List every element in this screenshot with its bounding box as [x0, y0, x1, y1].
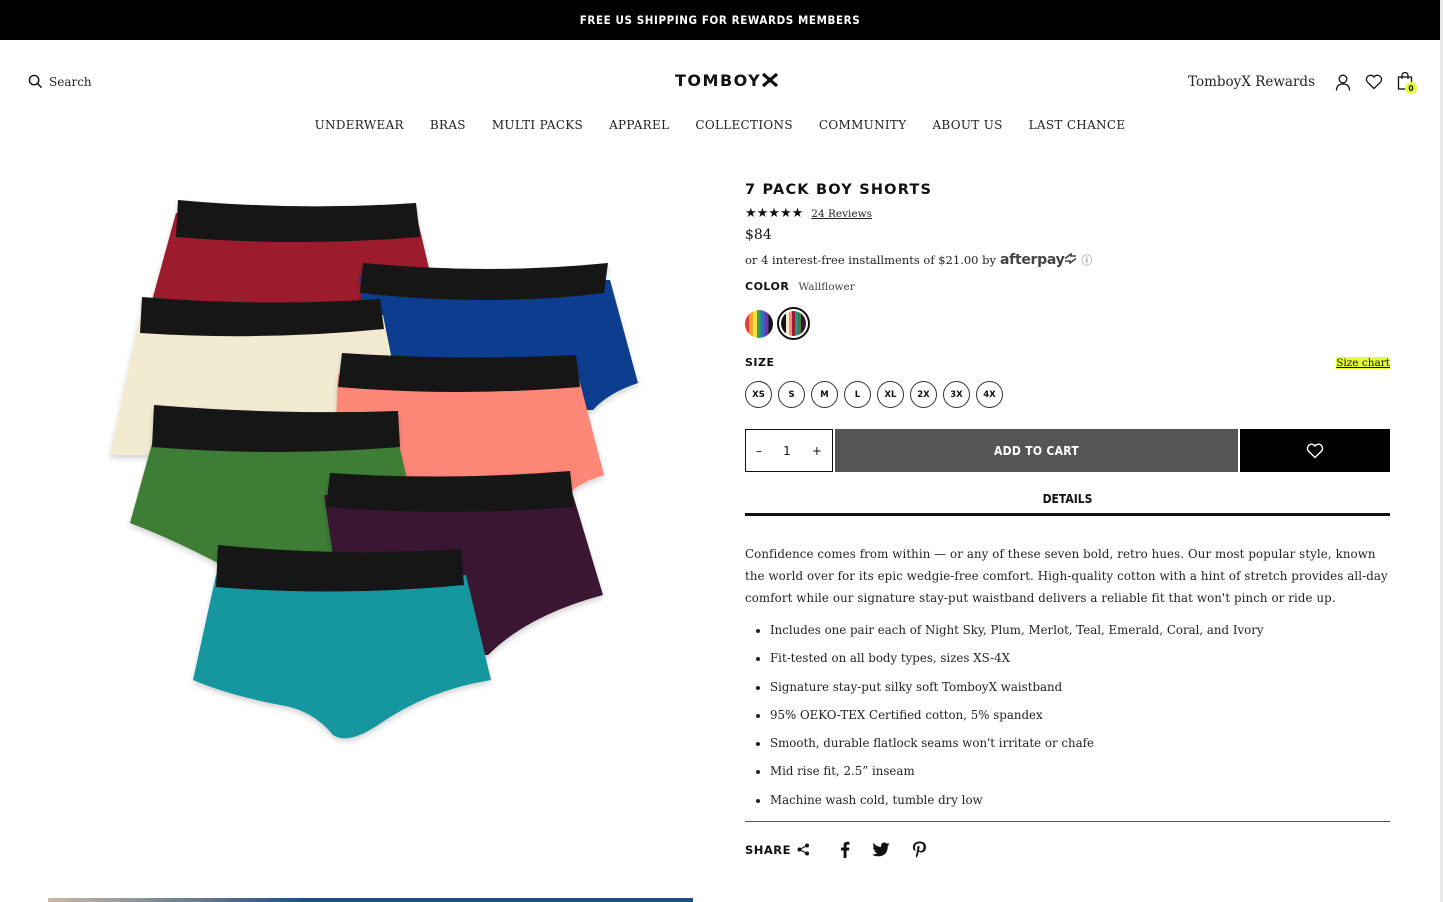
share-bar: SHARE — [745, 841, 1390, 859]
search-icon — [28, 74, 43, 89]
size-option-4x[interactable]: 4X — [976, 381, 1003, 408]
afterpay-logo-text: afterpay — [1000, 252, 1065, 268]
heart-icon — [1306, 443, 1324, 458]
share-icon — [797, 843, 810, 856]
size-selector-header: SIZE Size chart — [745, 356, 1390, 369]
nav-item-collections[interactable]: COLLECTIONS — [695, 118, 793, 132]
qty-decrease-button[interactable]: – — [756, 444, 762, 458]
nav-item-about-us[interactable]: ABOUT US — [932, 118, 1002, 132]
short-teal — [193, 545, 491, 739]
nav-item-last-chance[interactable]: LAST CHANCE — [1029, 118, 1126, 132]
quantity-stepper: – 1 + — [745, 429, 833, 472]
nav-item-community[interactable]: COMMUNITY — [819, 118, 907, 132]
color-selector-header: COLOR Wallflower — [745, 280, 1390, 293]
feature-item: Machine wash cold, tumble dry low — [770, 793, 1390, 808]
color-label: COLOR — [745, 280, 790, 293]
nav-item-underwear[interactable]: UNDERWEAR — [315, 118, 404, 132]
logo-text: TOMBOY — [675, 71, 762, 90]
size-option-xs[interactable]: XS — [745, 381, 772, 408]
qty-value[interactable]: 1 — [783, 444, 791, 458]
afterpay-logo: afterpay — [1000, 252, 1077, 268]
size-option-3x[interactable]: 3X — [943, 381, 970, 408]
size-option-2x[interactable]: 2X — [910, 381, 937, 408]
facebook-icon[interactable] — [840, 841, 850, 859]
size-option-xl[interactable]: XL — [877, 381, 904, 408]
size-option-l[interactable]: L — [844, 381, 871, 408]
product-rating: ★★★★★ 24 Reviews — [745, 206, 1390, 221]
info-icon[interactable]: ⓘ — [1081, 252, 1092, 268]
search-button[interactable]: Search — [28, 74, 92, 89]
product-info: 7 PACK BOY SHORTS ★★★★★ 24 Reviews $84 o… — [745, 182, 1390, 859]
cart-button[interactable]: 0 — [1397, 71, 1417, 94]
share-label: SHARE — [745, 842, 792, 857]
selected-color-name: Wallflower — [798, 281, 855, 293]
size-option-m[interactable]: M — [811, 381, 838, 408]
product-features-list: Includes one pair each of Night Sky, Plu… — [745, 623, 1390, 808]
swatch-wallflower-fill — [781, 311, 806, 336]
social-links — [840, 841, 927, 859]
size-label: SIZE — [745, 356, 775, 369]
size-options: XS S M L XL 2X 3X 4X — [745, 381, 1390, 408]
logo[interactable]: TOMBOY — [675, 71, 779, 90]
tab-details[interactable]: DETAILS — [745, 492, 1390, 516]
account-icon[interactable] — [1335, 74, 1351, 91]
reviews-link[interactable]: 24 Reviews — [811, 208, 872, 220]
feature-item: 95% OEKO-TEX Certified cotton, 5% spande… — [770, 708, 1390, 723]
size-chart-link[interactable]: Size chart — [1336, 356, 1390, 369]
wishlist-icon[interactable] — [1365, 74, 1383, 90]
header-actions: TomboyX Rewards 0 — [1188, 71, 1417, 94]
feature-item: Fit-tested on all body types, sizes XS-4… — [770, 651, 1390, 666]
add-to-cart-button[interactable]: ADD TO CART — [835, 429, 1238, 472]
promo-text: FREE US SHIPPING FOR REWARDS MEMBERS — [579, 13, 861, 27]
size-option-s[interactable]: S — [778, 381, 805, 408]
feature-item: Smooth, durable flatlock seams won't irr… — [770, 736, 1390, 751]
afterpay-text: or 4 interest-free installments of $21.0… — [745, 253, 996, 267]
product-image[interactable] — [48, 165, 693, 900]
next-product-image[interactable] — [48, 898, 693, 902]
add-to-cart-label: ADD TO CART — [993, 443, 1080, 458]
pinterest-icon[interactable] — [912, 841, 927, 858]
swatch-wallflower[interactable] — [777, 307, 810, 340]
feature-item: Includes one pair each of Night Sky, Plu… — [770, 623, 1390, 638]
nav-item-apparel[interactable]: APPAREL — [609, 118, 669, 132]
swatch-rainbow[interactable] — [745, 309, 773, 338]
color-swatches — [745, 307, 1390, 340]
add-to-cart-row: – 1 + ADD TO CART — [745, 429, 1390, 472]
nav-item-bras[interactable]: BRAS — [430, 118, 466, 132]
cart-count-badge: 0 — [1405, 82, 1417, 94]
promo-banner: FREE US SHIPPING FOR REWARDS MEMBERS — [0, 0, 1440, 40]
qty-increase-button[interactable]: + — [812, 444, 822, 458]
afterpay-arrows-icon — [1064, 252, 1077, 265]
product-price: $84 — [745, 227, 772, 243]
afterpay-message: or 4 interest-free installments of $21.0… — [745, 252, 1390, 268]
feature-item: Mid rise fit, 2.5” inseam — [770, 764, 1390, 779]
feature-item: Signature stay-put silky soft TomboyX wa… — [770, 680, 1390, 695]
logo-x-mark — [762, 72, 779, 88]
twitter-icon[interactable] — [872, 842, 890, 857]
nav-item-multi-packs[interactable]: MULTI PACKS — [492, 118, 583, 132]
product-description: Confidence comes from within — or any of… — [745, 547, 1388, 605]
star-rating-icons: ★★★★★ — [745, 206, 804, 221]
main-nav: UNDERWEAR BRAS MULTI PACKS APPAREL COLLE… — [0, 118, 1440, 132]
search-label: Search — [49, 74, 92, 89]
rewards-link[interactable]: TomboyX Rewards — [1188, 74, 1315, 90]
divider — [745, 821, 1390, 823]
product-title: 7 PACK BOY SHORTS — [745, 182, 933, 198]
add-to-wishlist-button[interactable] — [1240, 429, 1390, 472]
